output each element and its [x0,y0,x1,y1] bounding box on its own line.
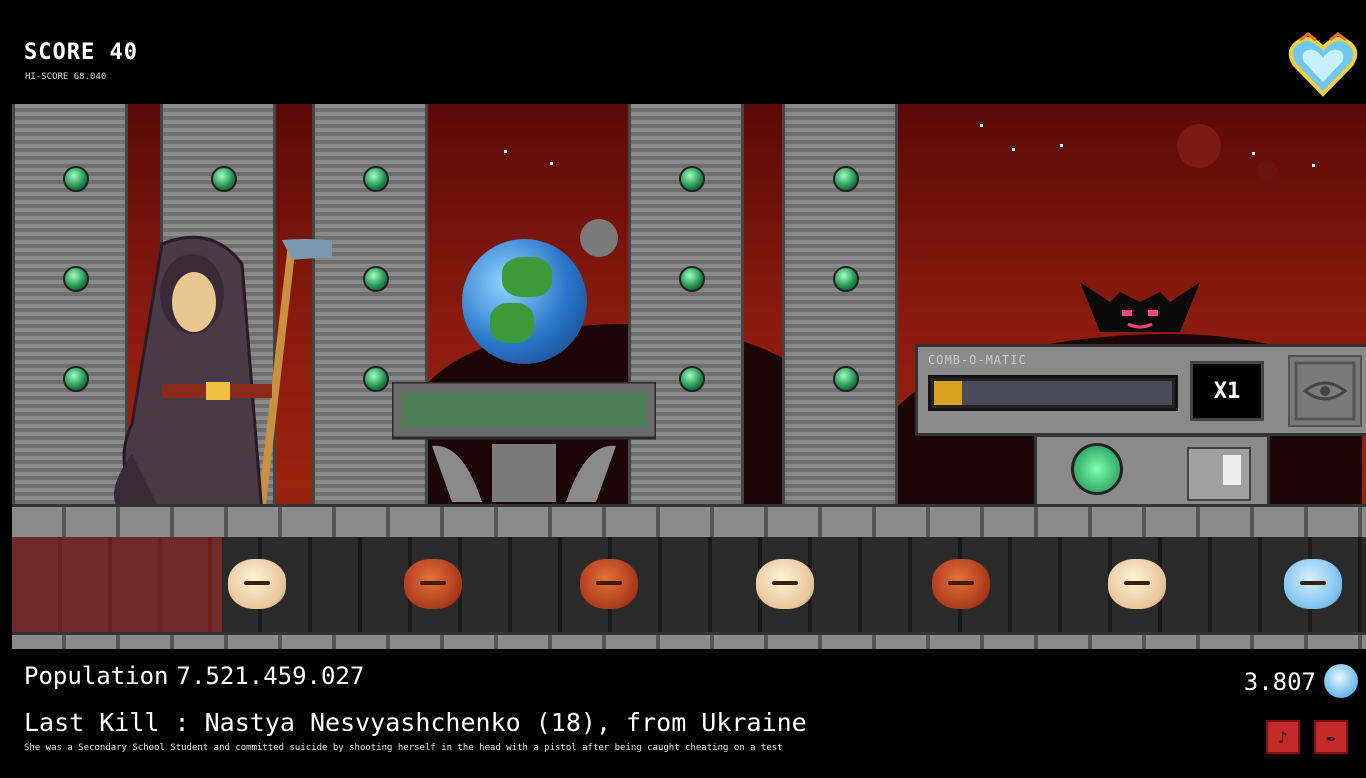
hiscore-label: HI-SCORE 68.040 [25,72,107,82]
combo-multiplier: X1 [1190,361,1264,421]
earth-planet [462,239,587,364]
combo-meter: COMB-O-MATIC X1 [915,344,1366,436]
upper-floor [12,504,1366,540]
game-scene[interactable]: COMB-O-MATIC X1 [12,104,1366,649]
combo-label: COMB-O-MATIC [928,353,1027,367]
population-label: Population [24,662,169,690]
game-frame: SCORE 40 HI-SCORE 68.040 COMB-O-MATIC X1… [12,12,1366,778]
music-muted-icon[interactable]: ✒ [1314,720,1348,754]
score-label: SCORE 40 [24,40,138,65]
soul-blue[interactable] [1284,559,1342,609]
moon [580,219,618,257]
machine-orb [1071,443,1123,495]
soul-good[interactable] [228,559,286,609]
soul-good[interactable] [756,559,814,609]
soul-evil[interactable] [404,559,462,609]
sound-muted-icon[interactable]: ♪ [1266,720,1300,754]
population-readout: Population 7.521.459.027 [24,662,364,690]
soul-icon [1324,664,1358,698]
demon-bat [1080,282,1200,332]
souls-count: 3.807 [1243,668,1316,696]
stone-column [782,104,898,512]
grim-reaper [114,235,332,514]
soul-machine [1034,434,1270,512]
combo-bar-fill [934,381,962,405]
soul-spawner [12,537,222,632]
soul-evil[interactable] [580,559,638,609]
eye-emblem-icon [1288,355,1362,427]
soul-good[interactable] [1108,559,1166,609]
stone-altar [392,382,656,502]
combo-bar [928,375,1178,411]
lower-floor [12,632,1366,649]
soul-evil[interactable] [932,559,990,609]
last-kill-description: She was a Secondary School Student and c… [24,743,783,753]
population-value: 7.521.459.027 [176,662,365,690]
heart-icon[interactable] [1288,32,1358,98]
red-planet [1177,124,1221,168]
last-kill-title: Last Kill : Nastya Nesvyashchenko (18), … [24,708,807,737]
